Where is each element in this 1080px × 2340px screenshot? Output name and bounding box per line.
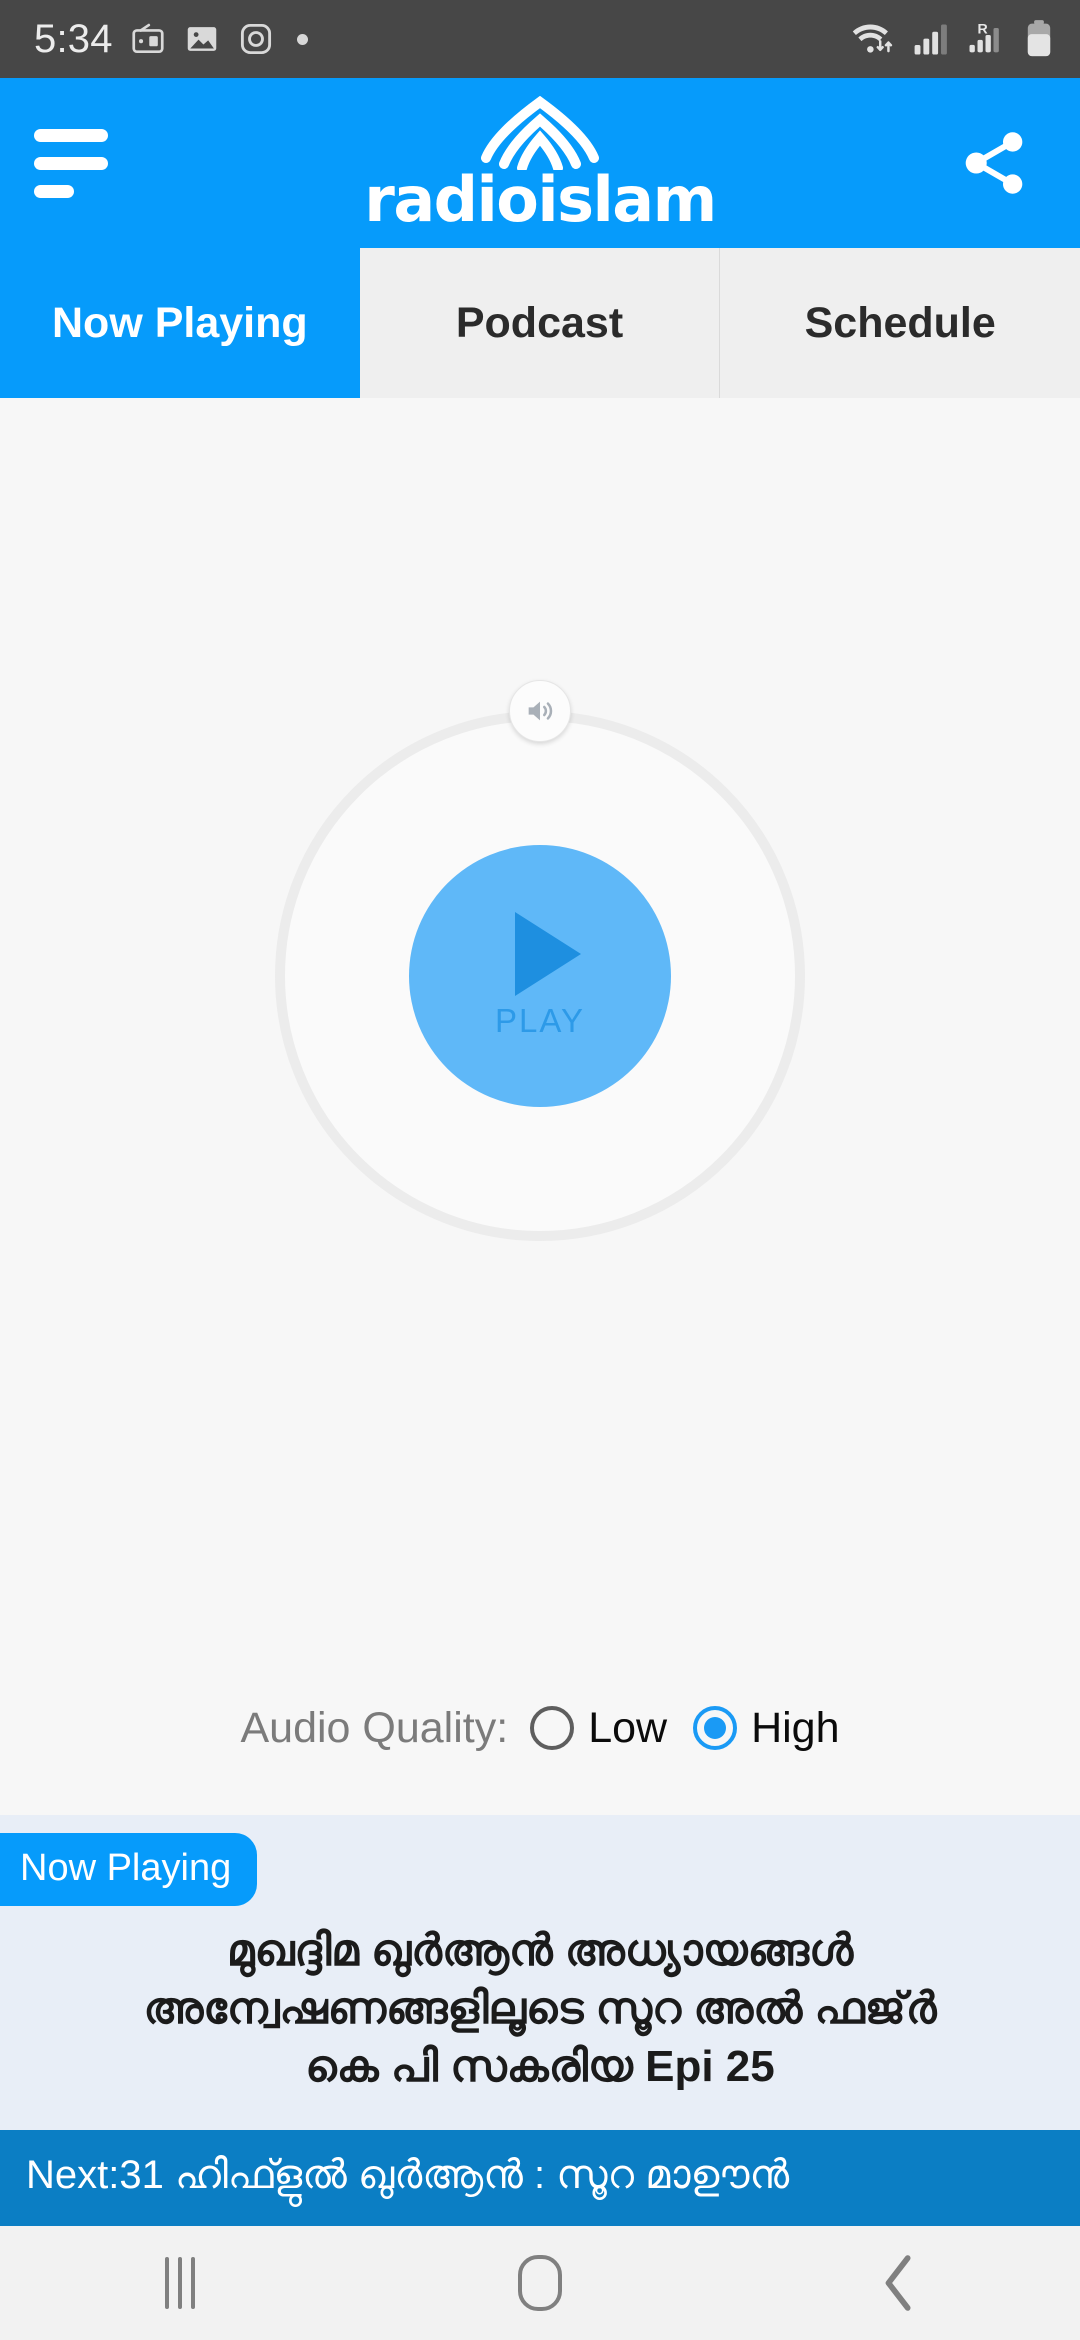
- tab-now-playing[interactable]: Now Playing: [0, 248, 360, 398]
- instagram-icon: [237, 20, 275, 58]
- status-bar-right: R: [849, 18, 1054, 60]
- wifi-data-icon: [849, 19, 895, 59]
- audio-quality-label: Audio Quality:: [240, 1703, 509, 1752]
- next-up-text: Next:31 ഹിഫ്ളുൽ ഖുർആൻ : സൂറ മാഊൻ: [26, 2152, 790, 2197]
- radio-high-icon[interactable]: [693, 1706, 738, 1751]
- android-nav-bar: [0, 2220, 1080, 2340]
- play-button-label: PLAY: [495, 1001, 585, 1039]
- image-icon: [183, 20, 221, 58]
- tab-podcast-label: Podcast: [455, 298, 624, 347]
- radioislam-arch-logo-icon: [476, 95, 604, 173]
- home-glyph: [518, 2255, 562, 2311]
- volume-speaker-icon[interactable]: [509, 679, 571, 742]
- player-dial: PLAY: [275, 679, 805, 1241]
- status-bar: 5:34 R: [0, 0, 1080, 78]
- audio-quality-option-low[interactable]: Low: [530, 1704, 667, 1753]
- audio-quality-row: Audio Quality: Low High: [0, 1703, 1080, 1815]
- tab-now-playing-label: Now Playing: [52, 298, 308, 347]
- brand-name: radioislam: [364, 162, 717, 236]
- tab-schedule[interactable]: Schedule: [720, 248, 1080, 398]
- now-playing-title: മുഖദ്ദിമ ഖുർആൻ അധ്യായങ്ങൾ അന്വേഷണങ്ങളിലൂ…: [0, 1906, 1080, 2096]
- now-playing-title-line-3: കെ പി സകരിയ Epi 25: [305, 2041, 775, 2091]
- tab-schedule-label: Schedule: [804, 298, 996, 347]
- back-glyph: [885, 2255, 911, 2311]
- play-triangle-icon: [515, 911, 581, 996]
- signal-bars-icon: [912, 20, 950, 58]
- share-icon[interactable]: [950, 118, 1040, 208]
- recents-glyph: [165, 2257, 195, 2309]
- now-playing-panel: Now Playing മുഖദ്ദിമ ഖുർആൻ അധ്യായങ്ങൾ അന…: [0, 1814, 1080, 2130]
- tab-podcast[interactable]: Podcast: [359, 248, 721, 398]
- status-bar-clock: 5:34: [34, 16, 113, 61]
- home-icon[interactable]: [360, 2226, 720, 2340]
- hamburger-menu-icon[interactable]: [34, 117, 126, 209]
- radio-icon: [129, 20, 167, 58]
- next-up-bar[interactable]: Next:31 ഹിഫ്ളുൽ ഖുർആൻ : സൂറ മാഊൻ: [0, 2130, 1080, 2220]
- signal-roaming-icon: R: [967, 19, 1007, 59]
- audio-quality-high-label: High: [751, 1703, 840, 1752]
- radio-low-icon[interactable]: [530, 1706, 575, 1751]
- recents-icon[interactable]: [0, 2226, 360, 2340]
- audio-quality-option-high[interactable]: High: [693, 1703, 840, 1753]
- now-playing-title-line-1: മുഖദ്ദിമ ഖുർആൻ അധ്യായങ്ങൾ: [226, 1925, 854, 1975]
- now-playing-title-line-2: അന്വേഷണങ്ങളിലൂടെ സൂറ അൽ ഫജ്ർ: [143, 1983, 937, 2033]
- battery-icon: [1024, 18, 1054, 60]
- status-bar-left: 5:34: [34, 17, 308, 62]
- play-button[interactable]: PLAY: [409, 844, 671, 1107]
- app-root: 5:34 R radioislam Now Playing Podcast Sc…: [0, 0, 1080, 2340]
- brand-block: radioislam: [0, 78, 1080, 248]
- player-area: PLAY: [0, 398, 1080, 1704]
- dot-indicator: [296, 33, 308, 45]
- tab-bar: Now Playing Podcast Schedule: [0, 248, 1080, 398]
- svg-text:R: R: [978, 21, 988, 37]
- audio-quality-low-label: Low: [588, 1703, 668, 1752]
- app-header: radioislam: [0, 78, 1080, 248]
- back-chevron-icon[interactable]: [720, 2226, 1080, 2340]
- now-playing-badge: Now Playing: [0, 1832, 258, 1906]
